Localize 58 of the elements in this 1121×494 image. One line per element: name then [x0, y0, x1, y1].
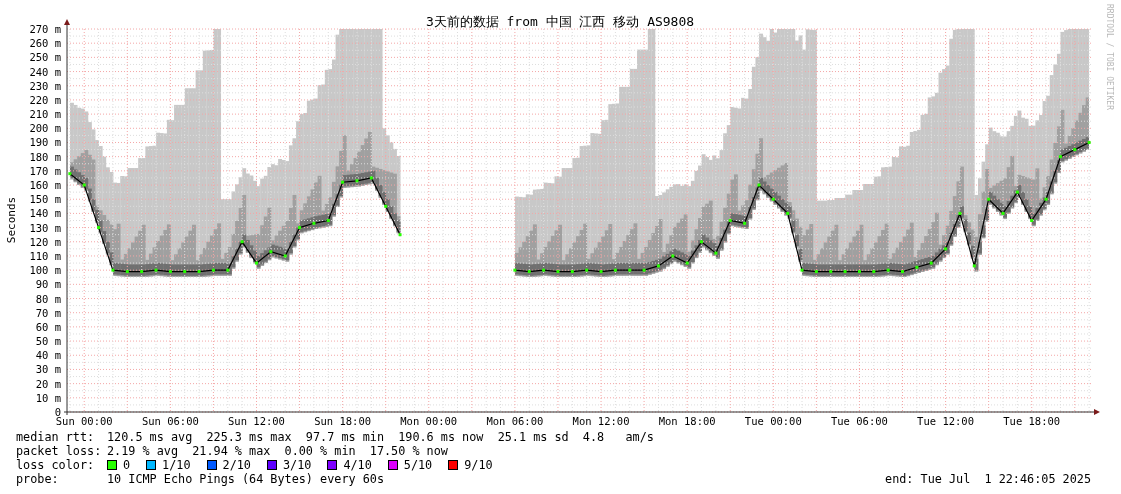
y-tick-label: 120 m	[29, 235, 61, 248]
legend-text: 3/10	[282, 458, 312, 472]
y-tick-label: 170 m	[29, 164, 61, 177]
y-tick-label: 80 m	[35, 292, 61, 305]
stat-values: 120.5 ms avg 225.3 ms max 97.7 ms min 190.6 ms now 25.1 ms sd 4.8 am/s	[107, 430, 654, 444]
y-tick-label: 20 m	[35, 377, 61, 390]
x-tick-label: Mon 06:00	[486, 415, 544, 427]
y-tick-label: 30 m	[35, 363, 61, 376]
y-tick-label: 100 m	[29, 264, 61, 277]
y-tick-label: 250 m	[29, 51, 61, 64]
y-tick-label: 60 m	[35, 320, 61, 333]
y-tick-label: 200 m	[29, 122, 61, 135]
x-tick-label: Sun 06:00	[141, 415, 199, 427]
stat-label: median rtt:	[16, 430, 96, 444]
y-tick-label: 270 m	[29, 23, 61, 35]
y-tick-label: 50 m	[35, 335, 61, 348]
chart-title: 3天前的数据 from 中国 江西 移动 AS9808	[425, 14, 695, 29]
y-tick-label: 140 m	[29, 207, 61, 220]
legend-text: 1/10	[162, 458, 191, 472]
legend-text: 2/10	[222, 458, 251, 472]
legend-text: 5/10	[403, 458, 433, 472]
x-tick-label: Tue 12:00	[917, 415, 974, 427]
x-tick-label: Tue 18:00	[1003, 415, 1061, 427]
y-tick-label: 230 m	[29, 79, 61, 92]
x-tick-label: Mon 12:00	[572, 415, 630, 427]
y-tick-label: 260 m	[29, 37, 61, 50]
legend-label: loss color:	[16, 458, 96, 472]
x-tick-label: Sun 12:00	[228, 415, 285, 427]
y-tick-label: 180 m	[29, 150, 61, 163]
legend-text: 4/10	[343, 458, 372, 472]
stat-label: packet loss:	[16, 444, 103, 458]
y-tick-label: 150 m	[29, 193, 61, 206]
x-tick-label: Sun 18:00	[314, 415, 372, 427]
y-tick-label: 130 m	[29, 221, 61, 234]
y-tick-label: 70 m	[35, 306, 61, 319]
x-tick-label: Mon 00:00	[400, 415, 458, 427]
legend-text: 9/10	[464, 458, 493, 472]
probe-text: 10 ICMP Echo Pings (64 Bytes) every 60s	[107, 472, 384, 486]
x-tick-label: Tue 00:00	[744, 415, 802, 427]
y-tick-label: 10 m	[35, 391, 61, 404]
x-tick-label: Tue 06:00	[831, 415, 888, 427]
y-tick-label: 220 m	[29, 93, 61, 106]
legend-text: 0	[123, 458, 131, 472]
y-tick-label: 190 m	[29, 136, 61, 149]
x-tick-label: Mon 18:00	[658, 415, 716, 427]
credit-text: RRDTOOL / TOBI OETIKER	[1105, 4, 1114, 110]
y-axis-label: Seconds	[5, 196, 18, 244]
x-tick-label: Sun 00:00	[55, 415, 113, 427]
end-time: end: Tue Jul 1 22:46:05 2025	[885, 472, 1091, 486]
y-tick-label: 210 m	[29, 108, 61, 121]
y-tick-label: 160 m	[29, 179, 61, 192]
probe-label: probe:	[16, 472, 60, 486]
y-tick-label: 110 m	[29, 249, 61, 262]
y-tick-label: 90 m	[35, 278, 61, 291]
y-tick-label: 0	[54, 406, 61, 418]
y-tick-label: 240 m	[29, 65, 61, 78]
stat-values: 2.19 % avg 21.94 % max 0.00 % min 17.50 % now	[107, 444, 448, 458]
y-tick-label: 40 m	[35, 349, 61, 362]
